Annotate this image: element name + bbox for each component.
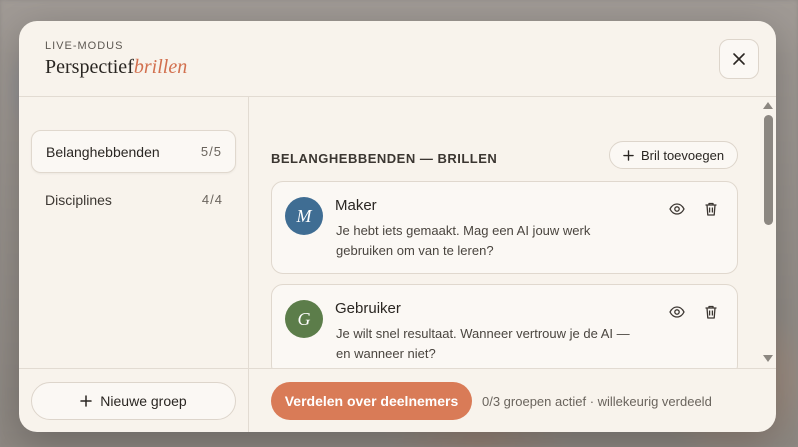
modal-title: Perspectiefbrillen: [45, 56, 187, 79]
modal-footer: Verdelen over deelnemers 0/3 groepen act…: [249, 368, 776, 432]
sidebar-item-count: 5/5: [200, 144, 222, 159]
sidebar-item-belanghebbenden[interactable]: Belanghebbenden 5/5: [31, 130, 236, 173]
plus-icon: [80, 395, 93, 407]
card-actions: [669, 304, 719, 320]
distribution-status: 0/3 groepen actief · willekeurig verdeel…: [482, 394, 712, 409]
sidebar-item-count: 4/4: [201, 192, 223, 207]
trash-icon[interactable]: [703, 304, 719, 320]
title-accent: brillen: [133, 56, 188, 78]
scroll-up-arrow-icon[interactable]: [763, 102, 773, 109]
sidebar-item-label: Belanghebbenden: [46, 143, 160, 160]
lens-name: Maker: [335, 197, 377, 214]
title-main: Perspectief: [45, 56, 134, 78]
lens-description: Je hebt iets gemaakt. Mag een AI jouw we…: [336, 223, 591, 258]
eye-icon[interactable]: [669, 304, 685, 320]
lens-card-maker: M Maker Je hebt iets gemaakt. Mag een AI…: [271, 181, 738, 274]
lens-description: Je wilt snel resultaat. Wanneer vertrouw…: [336, 326, 630, 361]
sidebar-item-disciplines[interactable]: Disciplines 4/4: [31, 178, 236, 221]
add-lens-label: Bril toevoegen: [640, 147, 725, 163]
eye-icon[interactable]: [669, 201, 685, 217]
new-group-button[interactable]: Nieuwe groep: [31, 382, 236, 420]
scroll-down-arrow-icon[interactable]: [763, 355, 773, 362]
card-actions: [669, 201, 719, 217]
mode-eyebrow: LIVE-MODUS: [45, 40, 124, 52]
section-title: BELANGHEBBENDEN — BRILLEN: [271, 151, 498, 166]
close-icon: [733, 53, 745, 65]
close-button[interactable]: [719, 39, 759, 79]
modal-header: LIVE-MODUS Perspectiefbrillen: [19, 21, 776, 97]
new-group-label: Nieuwe groep: [100, 393, 187, 409]
distribute-button[interactable]: Verdelen over deelnemers: [271, 382, 472, 420]
trash-icon[interactable]: [703, 201, 719, 217]
lens-card-gebruiker: G Gebruiker Je wilt snel resultaat. Wann…: [271, 284, 738, 368]
lens-list-panel: BELANGHEBBENDEN — BRILLEN Bril toevoegen…: [249, 97, 776, 368]
sidebar-item-label: Disciplines: [45, 191, 112, 208]
plus-icon: [623, 149, 634, 161]
sidebar-footer: Nieuwe groep: [19, 368, 248, 432]
add-lens-button[interactable]: Bril toevoegen: [609, 141, 738, 169]
group-sidebar: Belanghebbenden 5/5 Disciplines 4/4 Nieu…: [19, 97, 249, 432]
perspective-lenses-modal: LIVE-MODUS Perspectiefbrillen Belanghebb…: [19, 21, 776, 432]
scroll-thumb[interactable]: [764, 115, 773, 225]
avatar: G: [285, 300, 323, 338]
scrollbar[interactable]: [762, 97, 776, 368]
avatar: M: [285, 197, 323, 235]
lens-name: Gebruiker: [335, 300, 401, 317]
